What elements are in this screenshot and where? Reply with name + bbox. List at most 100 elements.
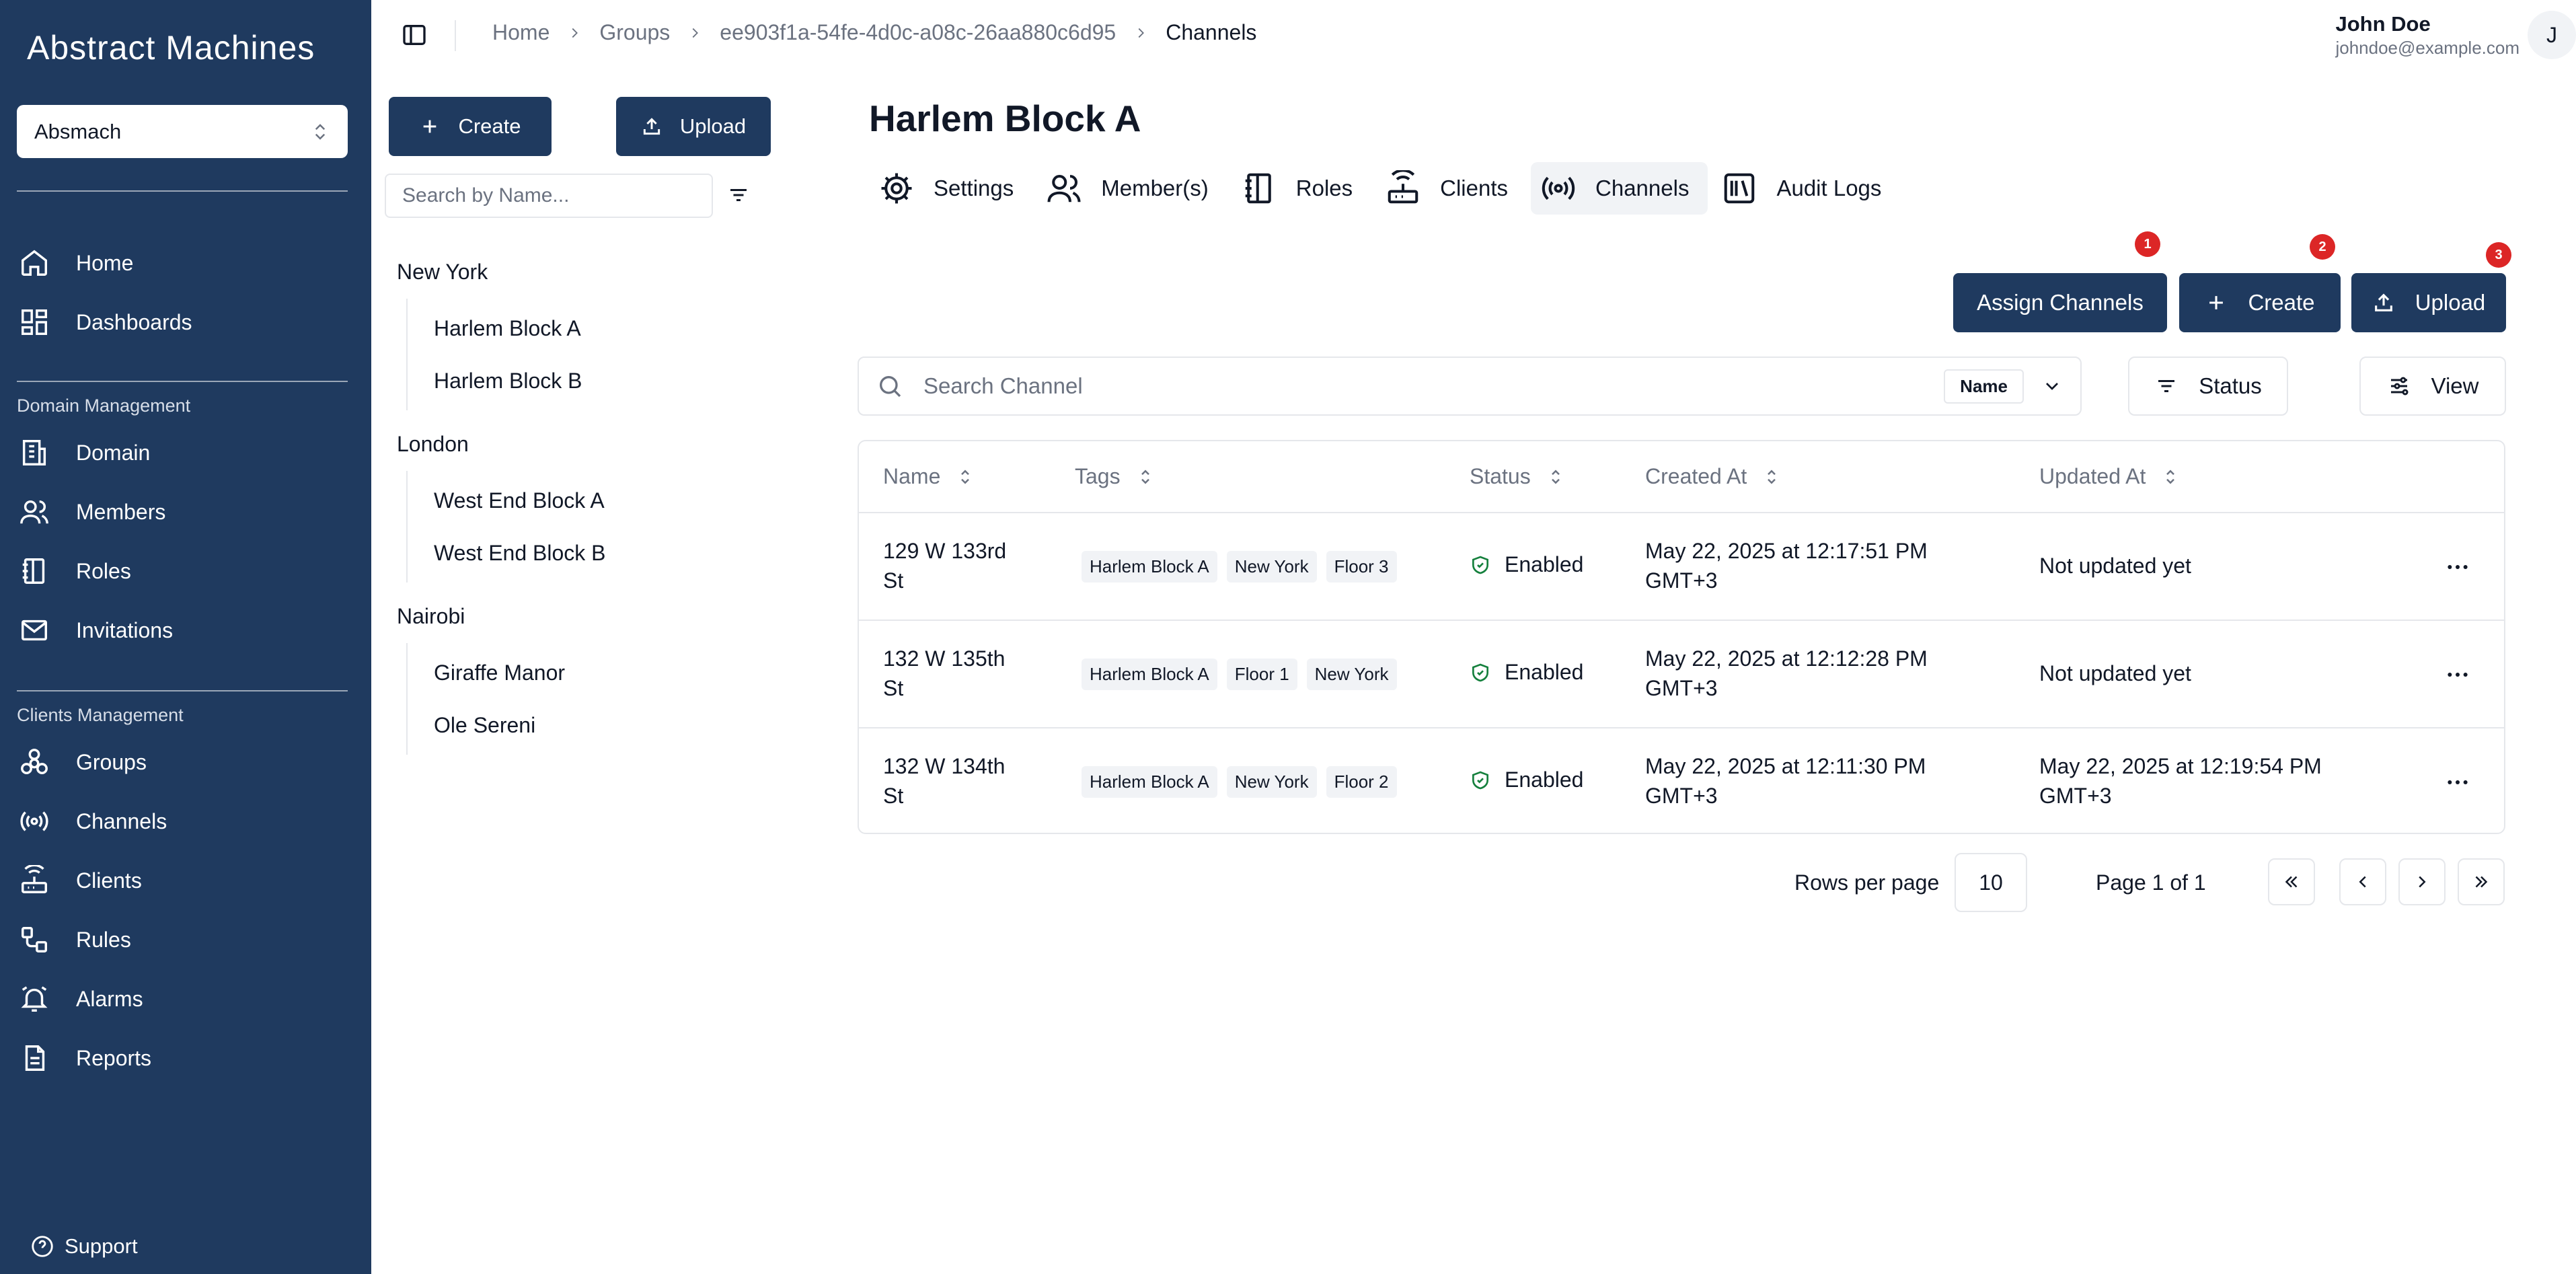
tree-item-giraffe-manor[interactable]: Giraffe Manor — [434, 661, 565, 685]
sidebar-toggle-icon[interactable] — [401, 22, 430, 51]
breadcrumb-groups[interactable]: Groups — [599, 20, 670, 45]
row-updated-at: Not updated yet — [2039, 551, 2191, 580]
channel-search[interactable]: Search Channel Name — [858, 357, 2082, 416]
chevrons-left-icon — [2285, 876, 2298, 888]
page-title: Harlem Block A — [869, 98, 1141, 139]
filter-icon[interactable] — [726, 183, 751, 207]
table-row[interactable]: 129 W 133rd St Harlem Block A New York F… — [859, 512, 2504, 620]
status-label: Enabled — [1505, 552, 1584, 576]
sidebar-item-label: Roles — [76, 558, 131, 583]
workspace-select[interactable]: Absmach — [17, 105, 348, 158]
row-name-line: 129 W 133rd — [883, 539, 1007, 563]
dashboard-icon — [17, 305, 52, 340]
breadcrumb-home[interactable]: Home — [492, 20, 550, 45]
status-label: Enabled — [1505, 767, 1584, 792]
tree-group-london[interactable]: London — [397, 432, 469, 457]
table-row[interactable]: 132 W 135th St Harlem Block A Floor 1 Ne… — [859, 620, 2504, 727]
next-page-button[interactable] — [2398, 858, 2446, 905]
last-page-button[interactable] — [2458, 858, 2505, 905]
updated-line: May 22, 2025 at 12:19:54 PM — [2039, 754, 2322, 778]
tab-clients[interactable]: Clients — [1375, 162, 1527, 215]
tab-settings[interactable]: Settings — [869, 162, 1032, 215]
tree-search-input[interactable]: Search by Name... — [385, 174, 713, 218]
sidebar-item-members[interactable]: Members — [17, 488, 348, 535]
column-header-created-at[interactable]: Created At — [1645, 441, 1782, 512]
mail-icon — [17, 613, 52, 648]
sidebar-item-roles[interactable]: Roles — [17, 548, 348, 595]
column-header-tags[interactable]: Tags — [1075, 441, 1156, 512]
sidebar-item-channels[interactable]: Channels — [17, 798, 348, 845]
sidebar-item-invitations[interactable]: Invitations — [17, 607, 348, 654]
tree-group-new-york[interactable]: New York — [397, 260, 488, 285]
table-row[interactable]: 132 W 134th St Harlem Block A New York F… — [859, 727, 2504, 833]
tree-item-ole-sereni[interactable]: Ole Sereni — [434, 713, 535, 738]
tree-branch-line — [406, 299, 408, 410]
view-options-button[interactable]: View — [2359, 357, 2506, 416]
logo: Abstract Machines — [27, 29, 315, 67]
sidebar-item-domain[interactable]: Domain — [17, 429, 348, 476]
search-field-select[interactable]: Name — [1944, 369, 2024, 404]
more-options-icon[interactable] — [2444, 769, 2471, 796]
sidebar-item-rules[interactable]: Rules — [17, 916, 348, 963]
tab-members[interactable]: Member(s) — [1036, 162, 1227, 215]
sidebar-item-groups[interactable]: Groups — [17, 739, 348, 786]
sidebar: Abstract Machines Absmach Home Dashboard… — [0, 0, 371, 1274]
tree-create-button[interactable]: Create — [389, 97, 552, 156]
status-badge: Enabled — [1470, 552, 1583, 577]
previous-page-button[interactable] — [2339, 858, 2386, 905]
column-header-updated-at[interactable]: Updated At — [2039, 441, 2181, 512]
support-link[interactable]: Support — [30, 1234, 138, 1259]
tree-group-nairobi[interactable]: Nairobi — [397, 604, 465, 629]
avatar[interactable]: J — [2528, 11, 2576, 59]
tag: Floor 1 — [1226, 659, 1297, 690]
upload-channels-label: Upload — [2415, 290, 2486, 315]
tree-upload-button[interactable]: Upload — [616, 97, 771, 156]
column-header-status[interactable]: Status — [1470, 441, 1566, 512]
sidebar-divider — [17, 190, 348, 192]
column-header-name[interactable]: Name — [883, 441, 975, 512]
tab-roles[interactable]: Roles — [1232, 162, 1371, 215]
tree-item-harlem-block-a[interactable]: Harlem Block A — [434, 316, 581, 341]
sidebar-item-reports[interactable]: Reports — [17, 1035, 348, 1082]
sidebar-item-dashboards[interactable]: Dashboards — [17, 299, 348, 346]
step-badge-3: 3 — [2486, 242, 2511, 268]
chevron-updown-icon — [310, 122, 330, 142]
breadcrumb-group-id[interactable]: ee903f1a-54fe-4d0c-a08c-26aa880c6d95 — [720, 20, 1116, 45]
sidebar-item-label: Groups — [76, 749, 147, 774]
plus-icon — [419, 116, 441, 137]
gear-icon — [878, 170, 915, 207]
tree-item-harlem-block-b[interactable]: Harlem Block B — [434, 369, 582, 394]
workspace-name: Absmach — [34, 119, 122, 143]
rows-per-page-select[interactable]: 10 — [1955, 853, 2027, 912]
status-filter-button[interactable]: Status — [2128, 357, 2288, 416]
updated-line: Not updated yet — [2039, 554, 2191, 578]
chevron-down-icon[interactable] — [2041, 375, 2063, 397]
row-tags: Harlem Block A Floor 1 New York — [1082, 659, 1406, 690]
status-label: Enabled — [1505, 660, 1584, 684]
tab-channels[interactable]: Channels — [1531, 162, 1708, 215]
sidebar-item-label: Invitations — [76, 617, 174, 642]
first-page-button[interactable] — [2268, 858, 2315, 905]
sort-icon — [1546, 467, 1566, 487]
user-info[interactable]: John Doe johndoe@example.com — [2335, 12, 2520, 59]
tree-item-west-end-block-b[interactable]: West End Block B — [434, 541, 606, 566]
chevron-right-icon — [687, 26, 702, 40]
created-line: May 22, 2025 at 12:17:51 PM — [1645, 539, 1928, 563]
step-badge-1: 1 — [2135, 231, 2160, 257]
tab-label: Clients — [1440, 176, 1509, 200]
sidebar-item-alarms[interactable]: Alarms — [17, 975, 348, 1022]
channel-search-input[interactable]: Search Channel — [923, 373, 1944, 399]
updated-line: Not updated yet — [2039, 661, 2191, 685]
more-options-icon[interactable] — [2444, 661, 2471, 688]
assign-channels-button[interactable]: Assign Channels — [1953, 273, 2167, 332]
sidebar-item-home[interactable]: Home — [17, 239, 348, 287]
sidebar-item-label: Domain — [76, 440, 151, 465]
tab-audit-logs[interactable]: Audit Logs — [1712, 162, 1900, 215]
radio-icon — [1540, 170, 1577, 207]
upload-channels-button[interactable]: Upload — [2351, 273, 2506, 332]
tree-item-west-end-block-a[interactable]: West End Block A — [434, 488, 605, 513]
groups-icon — [17, 745, 52, 780]
more-options-icon[interactable] — [2444, 554, 2471, 580]
sidebar-item-clients[interactable]: Clients — [17, 857, 348, 904]
create-channel-button[interactable]: Create — [2179, 273, 2341, 332]
